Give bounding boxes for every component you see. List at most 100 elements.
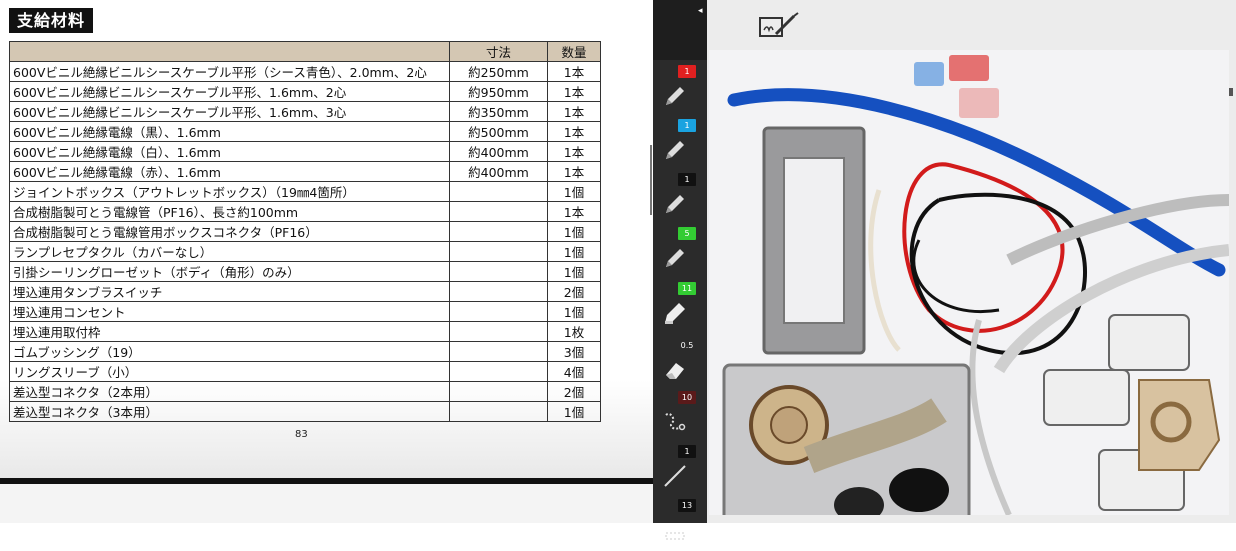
cell-item: 合成樹脂製可とう電線管（PF16）、長さ約100mm <box>9 201 450 222</box>
cell-item: ランプレセプタクル（カバーなし） <box>9 241 450 262</box>
cell-size: 約500mm <box>449 121 548 142</box>
tool-line[interactable]: 1 <box>653 445 707 497</box>
tool-size-badge: 13 <box>678 499 696 512</box>
cell-item: 600Vビニル絶縁ビニルシースケーブル平形（シース青色）、2.0mm、2心 <box>9 61 450 82</box>
table-row: 600Vビニル絶縁電線（黒）、1.6mm 約500mm 1本 <box>9 121 601 142</box>
cell-size <box>449 341 548 362</box>
cell-item: 600Vビニル絶縁電線（白）、1.6mm <box>9 141 450 162</box>
marker-icon[interactable] <box>662 300 688 326</box>
tool-size-badge: 0.5 <box>680 341 694 350</box>
document-pane: 支給材料 寸法 数量 600Vビニル絶縁ビニルシースケーブル平形（シース青色）、… <box>0 0 653 523</box>
lasso-icon[interactable] <box>662 409 688 435</box>
cell-item: 埋込連用取付枠 <box>9 321 450 342</box>
shape-icon[interactable] <box>662 517 688 543</box>
scrollbar[interactable] <box>650 145 652 215</box>
cell-size <box>449 401 548 422</box>
cell-size: 約400mm <box>449 161 548 182</box>
cell-item: 埋込連用タンブラスイッチ <box>9 281 450 302</box>
cell-size <box>449 301 548 322</box>
cell-quantity: 1個 <box>547 221 601 242</box>
collapse-arrow-icon[interactable]: ◂ <box>698 6 703 16</box>
cell-size: 約400mm <box>449 141 548 162</box>
cell-quantity: 3個 <box>547 341 601 362</box>
header-quantity: 数量 <box>547 41 601 62</box>
cell-item: 差込型コネクタ（2本用） <box>9 381 450 402</box>
cell-size <box>449 201 548 222</box>
table-row: ジョイントボックス（アウトレットボックス）（19㎜4箇所） 1個 <box>9 181 601 202</box>
tool-size-badge: 1 <box>678 173 696 186</box>
cell-quantity: 1個 <box>547 241 601 262</box>
cell-item: 600Vビニル絶縁ビニルシースケーブル平形、1.6mm、2心 <box>9 81 450 102</box>
cell-size <box>449 221 548 242</box>
pen-icon[interactable] <box>662 137 688 163</box>
tool-highlighter-green-wide[interactable]: 11 <box>653 282 707 334</box>
tool-eraser[interactable]: 0.5 <box>653 339 707 391</box>
cell-size <box>449 241 548 262</box>
tool-pen-red[interactable]: 1 <box>653 65 707 117</box>
cell-size <box>449 381 548 402</box>
cell-quantity: 1本 <box>547 81 601 102</box>
cell-quantity: 2個 <box>547 381 601 402</box>
cell-quantity: 1本 <box>547 161 601 182</box>
table-row: ランプレセプタクル（カバーなし） 1個 <box>9 241 601 262</box>
page-title: 支給材料 <box>9 8 94 33</box>
tool-lasso[interactable]: 10 <box>653 391 707 443</box>
page-number: 83 <box>295 429 308 440</box>
tool-size-badge: 1 <box>678 65 696 78</box>
cell-quantity: 1枚 <box>547 321 601 342</box>
cell-quantity: 1個 <box>547 301 601 322</box>
tool-pen-black[interactable]: 1 <box>653 173 707 225</box>
cell-size: 約950mm <box>449 81 548 102</box>
cell-item: 合成樹脂製可とう電線管用ボックスコネクタ（PF16） <box>9 221 450 242</box>
cell-item: 600Vビニル絶縁ビニルシースケーブル平形、1.6mm、3心 <box>9 101 450 122</box>
pen-icon[interactable] <box>662 245 688 271</box>
signature-edit-icon[interactable] <box>758 12 802 42</box>
table-row: リングスリーブ（小） 4個 <box>9 361 601 382</box>
cell-quantity: 1本 <box>547 121 601 142</box>
materials-photo <box>709 50 1229 515</box>
table-row: 差込型コネクタ（2本用） 2個 <box>9 381 601 402</box>
cell-quantity: 1本 <box>547 141 601 162</box>
pen-icon[interactable] <box>662 191 688 217</box>
tool-highlighter-green[interactable]: 5 <box>653 227 707 279</box>
cell-quantity: 1本 <box>547 61 601 82</box>
table-row: 埋込連用タンブラスイッチ 2個 <box>9 281 601 302</box>
materials-table: 寸法 数量 600Vビニル絶縁ビニルシースケーブル平形（シース青色）、2.0mm… <box>9 41 601 422</box>
table-row: 600Vビニル絶縁電線（白）、1.6mm 約400mm 1本 <box>9 141 601 162</box>
cell-quantity: 2個 <box>547 281 601 302</box>
header-size: 寸法 <box>449 41 548 62</box>
tool-size-badge: 5 <box>678 227 696 240</box>
pen-icon[interactable] <box>662 83 688 109</box>
window-edge-mark <box>1229 88 1233 96</box>
table-row: 600Vビニル絶縁電線（赤）、1.6mm 約400mm 1本 <box>9 161 601 182</box>
table-row: 600Vビニル絶縁ビニルシースケーブル平形、1.6mm、2心 約950mm 1本 <box>9 81 601 102</box>
tool-size-badge: 1 <box>678 445 696 458</box>
next-page-strip <box>0 484 653 523</box>
table-row: 600Vビニル絶縁ビニルシースケーブル平形（シース青色）、2.0mm、2心 約25… <box>9 61 601 82</box>
table-row: 差込型コネクタ（3本用） 1個 <box>9 401 601 422</box>
cell-item: 600Vビニル絶縁電線（赤）、1.6mm <box>9 161 450 182</box>
cell-size <box>449 321 548 342</box>
toolbar-header: ◂ <box>653 0 707 60</box>
eraser-icon[interactable] <box>662 357 688 383</box>
table-row: 合成樹脂製可とう電線管（PF16）、長さ約100mm 1本 <box>9 201 601 222</box>
tool-pen-blue[interactable]: 1 <box>653 119 707 171</box>
cell-size <box>449 361 548 382</box>
tool-shape[interactable]: 13 <box>653 499 707 551</box>
tool-size-badge: 10 <box>678 391 696 404</box>
table-row: 600Vビニル絶縁ビニルシースケーブル平形、1.6mm、3心 約350mm 1本 <box>9 101 601 122</box>
cell-size <box>449 181 548 202</box>
cell-item: ジョイントボックス（アウトレットボックス）（19㎜4箇所） <box>9 181 450 202</box>
cell-quantity: 1本 <box>547 201 601 222</box>
cell-size: 約250mm <box>449 61 548 82</box>
cell-item: ゴムブッシング（19） <box>9 341 450 362</box>
cell-item: 引掛シーリングローゼット（ボディ（角形）のみ） <box>9 261 450 282</box>
cell-size <box>449 281 548 302</box>
table-row: 埋込連用取付枠 1枚 <box>9 321 601 342</box>
table-header-row: 寸法 数量 <box>9 41 601 62</box>
table-row: 引掛シーリングローゼット（ボディ（角形）のみ） 1個 <box>9 261 601 282</box>
cell-item: 埋込連用コンセント <box>9 301 450 322</box>
cell-quantity: 4個 <box>547 361 601 382</box>
cell-quantity: 1個 <box>547 401 601 422</box>
line-icon[interactable] <box>662 463 688 489</box>
